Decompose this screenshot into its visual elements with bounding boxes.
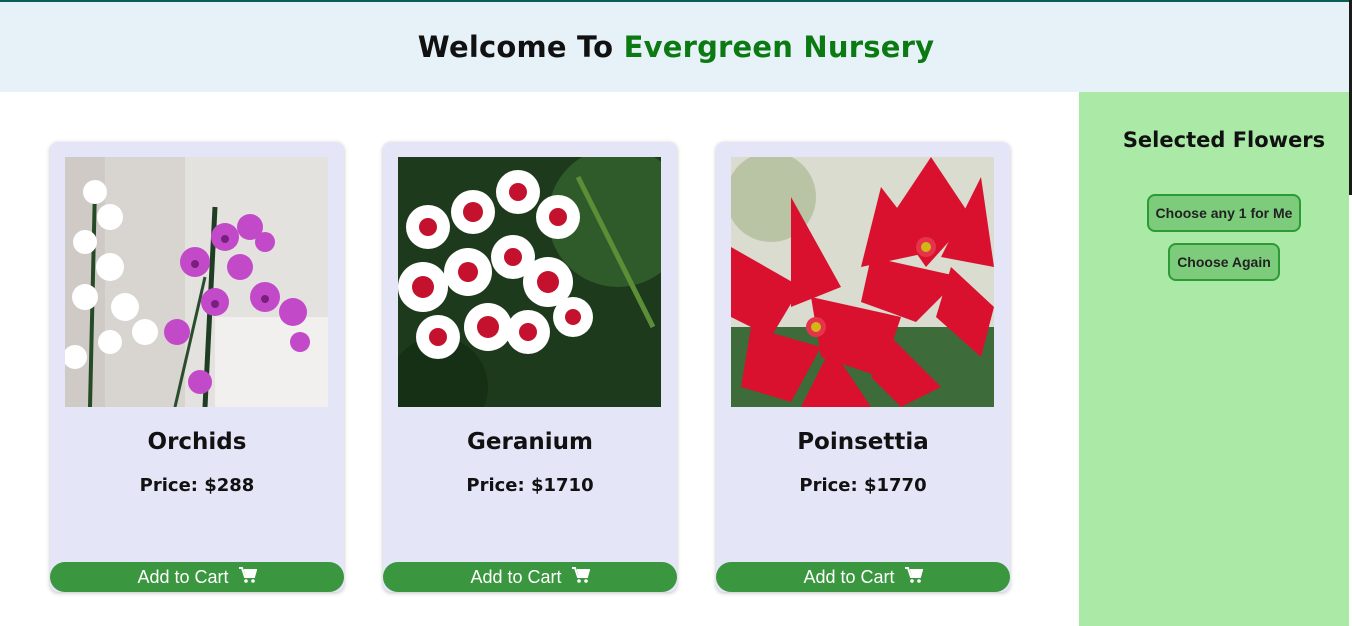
cart-icon: [238, 566, 257, 588]
product-image-geranium: [398, 157, 661, 407]
add-to-cart-label: Add to Cart: [137, 566, 229, 587]
product-name: Poinsettia: [797, 429, 929, 455]
product-price: Price: $288: [139, 475, 255, 496]
cart-icon: [571, 566, 590, 588]
page-title: Welcome To Evergreen Nursery: [418, 30, 934, 64]
selected-flowers-title: Selected Flowers: [1122, 128, 1326, 152]
product-image-orchids: [65, 157, 328, 407]
cart-icon: [904, 566, 923, 588]
product-name: Orchids: [147, 429, 247, 455]
product-image-poinsettia: [731, 157, 994, 407]
selected-flowers-panel: Selected Flowers Choose any 1 for Me Cho…: [1079, 92, 1349, 626]
add-to-cart-button[interactable]: Add to Cart: [50, 562, 344, 592]
add-to-cart-label: Add to Cart: [470, 566, 562, 587]
product-price: Price: $1770: [799, 475, 927, 496]
product-price: Price: $1710: [466, 475, 594, 496]
title-prefix: Welcome To: [417, 30, 614, 64]
product-card-poinsettia: Poinsettia Price: $1770 Add to Cart: [716, 142, 1010, 592]
add-to-cart-button[interactable]: Add to Cart: [383, 562, 677, 592]
product-card-orchids: Orchids Price: $288 Add to Cart: [50, 142, 344, 592]
page-header: Welcome To Evergreen Nursery: [0, 2, 1352, 92]
brand-name: Evergreen Nursery: [623, 30, 935, 64]
product-name: Geranium: [467, 429, 593, 455]
choose-any-button[interactable]: Choose any 1 for Me: [1147, 194, 1301, 232]
add-to-cart-label: Add to Cart: [803, 566, 895, 587]
add-to-cart-button[interactable]: Add to Cart: [716, 562, 1010, 592]
choose-again-button[interactable]: Choose Again: [1168, 243, 1280, 281]
product-card-geranium: Geranium Price: $1710 Add to Cart: [383, 142, 677, 592]
